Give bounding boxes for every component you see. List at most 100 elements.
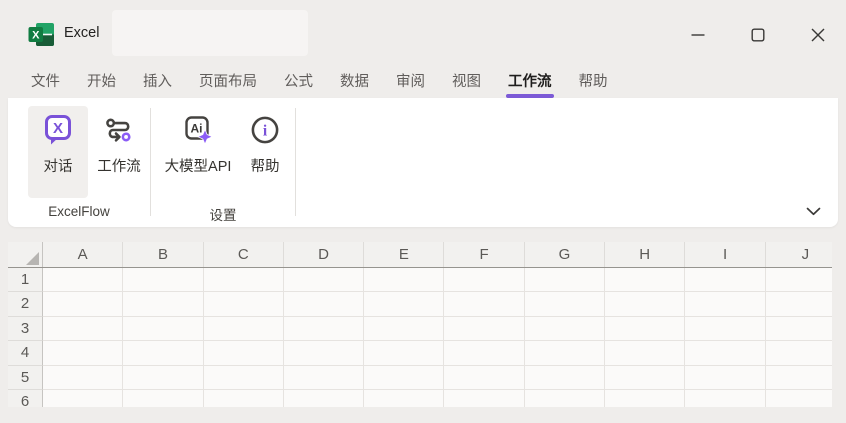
cell[interactable]: [766, 341, 832, 366]
cell[interactable]: [766, 268, 832, 293]
cell[interactable]: [444, 341, 524, 366]
cell[interactable]: [685, 292, 765, 317]
ribbon-tab-bar: 文件 开始 插入 页面布局 公式 数据 审阅 视图 工作流 帮助: [0, 66, 846, 98]
row-header-2[interactable]: 2: [8, 292, 43, 317]
cell[interactable]: [685, 317, 765, 342]
column-header-e[interactable]: E: [364, 242, 444, 267]
close-button[interactable]: [798, 15, 838, 55]
window-controls: [678, 15, 838, 55]
column-header-h[interactable]: H: [605, 242, 685, 267]
column-header-b[interactable]: B: [123, 242, 203, 267]
cell[interactable]: [284, 268, 364, 293]
cell[interactable]: [605, 317, 685, 342]
cell[interactable]: [123, 390, 203, 407]
cell[interactable]: [685, 366, 765, 391]
cell[interactable]: [525, 317, 605, 342]
tab-home[interactable]: 开始: [87, 66, 116, 98]
cell[interactable]: [444, 366, 524, 391]
tab-help[interactable]: 帮助: [579, 66, 608, 98]
cell[interactable]: [525, 292, 605, 317]
cell[interactable]: [284, 341, 364, 366]
cell[interactable]: [766, 366, 832, 391]
cell[interactable]: [766, 292, 832, 317]
column-header-f[interactable]: F: [444, 242, 524, 267]
tab-workflow[interactable]: 工作流: [508, 66, 552, 98]
cell[interactable]: [204, 292, 284, 317]
cell[interactable]: [123, 292, 203, 317]
row-header-1[interactable]: 1: [8, 268, 43, 293]
column-header-g[interactable]: G: [525, 242, 605, 267]
cell[interactable]: [766, 317, 832, 342]
cell[interactable]: [685, 341, 765, 366]
cell[interactable]: [444, 292, 524, 317]
cell[interactable]: [525, 390, 605, 407]
cell[interactable]: [525, 341, 605, 366]
cell[interactable]: [43, 268, 123, 293]
tab-insert[interactable]: 插入: [143, 66, 172, 98]
cell[interactable]: [605, 390, 685, 407]
cell[interactable]: [43, 292, 123, 317]
column-header-j[interactable]: J: [766, 242, 832, 267]
cell[interactable]: [364, 292, 444, 317]
cell[interactable]: [43, 366, 123, 391]
cell[interactable]: [525, 268, 605, 293]
help-button[interactable]: i 帮助: [241, 106, 289, 198]
minimize-icon: [691, 28, 705, 42]
cell[interactable]: [43, 341, 123, 366]
cell[interactable]: [605, 341, 685, 366]
column-header-c[interactable]: C: [204, 242, 284, 267]
workflow-button-label: 工作流: [97, 155, 141, 176]
cell[interactable]: [43, 317, 123, 342]
row-header-5[interactable]: 5: [8, 366, 43, 391]
cell[interactable]: [204, 366, 284, 391]
chat-button[interactable]: X 对话: [28, 106, 88, 198]
cell[interactable]: [444, 317, 524, 342]
minimize-button[interactable]: [678, 15, 718, 55]
workflow-button[interactable]: 工作流: [90, 106, 148, 198]
cell[interactable]: [364, 341, 444, 366]
row-header-4[interactable]: 4: [8, 341, 43, 366]
cell[interactable]: [364, 366, 444, 391]
cell[interactable]: [123, 366, 203, 391]
tab-data[interactable]: 数据: [340, 66, 369, 98]
cell[interactable]: [204, 341, 284, 366]
cell[interactable]: [364, 390, 444, 407]
cell[interactable]: [204, 268, 284, 293]
cell[interactable]: [364, 317, 444, 342]
cell[interactable]: [284, 390, 364, 407]
cell[interactable]: [284, 317, 364, 342]
llm-api-button[interactable]: Ai 大模型API: [157, 106, 239, 198]
select-all-corner[interactable]: [8, 242, 43, 267]
column-header-d[interactable]: D: [284, 242, 364, 267]
cell[interactable]: [685, 390, 765, 407]
cell[interactable]: [364, 268, 444, 293]
cell[interactable]: [605, 292, 685, 317]
row-header-6[interactable]: 6: [8, 390, 43, 407]
cell[interactable]: [123, 341, 203, 366]
cell[interactable]: [123, 317, 203, 342]
cell[interactable]: [766, 390, 832, 407]
cell[interactable]: [525, 366, 605, 391]
column-header-i[interactable]: I: [685, 242, 765, 267]
row-header-3[interactable]: 3: [8, 317, 43, 342]
tab-review[interactable]: 审阅: [396, 66, 425, 98]
cell[interactable]: [444, 268, 524, 293]
cell[interactable]: [123, 268, 203, 293]
tab-file[interactable]: 文件: [31, 66, 60, 98]
tab-view[interactable]: 视图: [452, 66, 481, 98]
column-header-a[interactable]: A: [43, 242, 123, 267]
cell[interactable]: [605, 268, 685, 293]
grid-row: [43, 341, 832, 366]
cell[interactable]: [204, 317, 284, 342]
cell[interactable]: [444, 390, 524, 407]
tab-formulas[interactable]: 公式: [284, 66, 313, 98]
cell[interactable]: [685, 268, 765, 293]
cell[interactable]: [284, 366, 364, 391]
maximize-button[interactable]: [738, 15, 778, 55]
cell[interactable]: [284, 292, 364, 317]
cell[interactable]: [204, 390, 284, 407]
tab-page-layout[interactable]: 页面布局: [199, 66, 257, 98]
collapse-ribbon-button[interactable]: [798, 200, 828, 222]
cell[interactable]: [43, 390, 123, 407]
cell[interactable]: [605, 366, 685, 391]
